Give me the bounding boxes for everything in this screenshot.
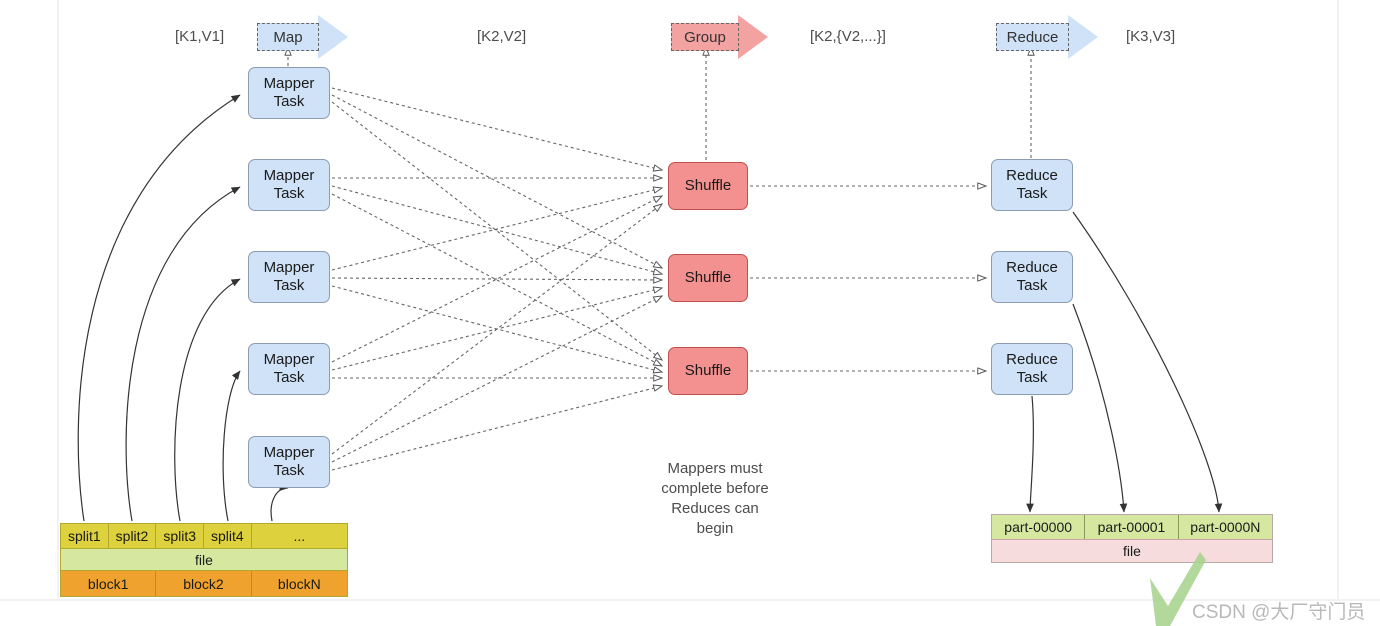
stage-arrow-map: Map bbox=[257, 15, 348, 59]
shuffle-node-2[interactable]: Shuffle bbox=[668, 254, 748, 302]
output-file-table: part-00000 part-00001 part-0000N file bbox=[991, 514, 1273, 563]
input-split-3[interactable]: split3 bbox=[156, 524, 205, 548]
reduce-task-1-line1: Reduce bbox=[1006, 167, 1058, 184]
shuffle-to-reduce-edges bbox=[750, 186, 986, 371]
shuffle-node-3[interactable]: Shuffle bbox=[668, 347, 748, 395]
stage-arrow-group-head bbox=[738, 15, 768, 59]
output-part-00001[interactable]: part-00001 bbox=[1085, 515, 1179, 539]
mapper-task-4-line1: Mapper bbox=[263, 351, 315, 368]
input-blocks-row: block1 block2 blockN bbox=[61, 571, 347, 596]
output-parts-row: part-00000 part-00001 part-0000N bbox=[992, 515, 1272, 539]
stage-arrow-reduce-label: Reduce bbox=[996, 23, 1069, 51]
input-split-4[interactable]: split4 bbox=[204, 524, 252, 548]
diagram-canvas: [K1,V1] [K2,V2] [K2,{V2,...}] [K3,V3] Ma… bbox=[0, 0, 1380, 626]
mapper-task-3-line2: Task bbox=[273, 277, 305, 294]
reduce-task-2-line1: Reduce bbox=[1006, 259, 1058, 276]
reduce-task-1[interactable]: Reduce Task bbox=[991, 159, 1073, 211]
shuffle-node-1[interactable]: Shuffle bbox=[668, 162, 748, 210]
reduce-task-1-line2: Task bbox=[1016, 185, 1048, 202]
csdn-watermark: CSDN @大厂守门员 bbox=[1192, 602, 1366, 623]
stage-arrow-group: Group bbox=[671, 15, 768, 59]
reduce-task-3-line2: Task bbox=[1016, 369, 1048, 386]
output-file-label: file bbox=[992, 539, 1272, 562]
reduce-task-2-line2: Task bbox=[1016, 277, 1048, 294]
shuffle-node-2-label: Shuffle bbox=[684, 269, 732, 286]
stage-arrow-reduce-head bbox=[1068, 15, 1098, 59]
frame-bottom-rule bbox=[0, 599, 1380, 601]
input-block-1[interactable]: block1 bbox=[61, 571, 157, 596]
stage-label-k2v2list: [K2,{V2,...}] bbox=[810, 28, 886, 45]
mapper-task-1-line1: Mapper bbox=[263, 75, 315, 92]
mapper-task-1-line2: Task bbox=[273, 93, 305, 110]
input-split-2[interactable]: split2 bbox=[108, 524, 157, 548]
reduce-task-2[interactable]: Reduce Task bbox=[991, 251, 1073, 303]
input-split-1[interactable]: split1 bbox=[61, 524, 109, 548]
frame-right-rule bbox=[1337, 0, 1339, 600]
input-file-row: file bbox=[61, 548, 347, 571]
stage-arrow-stems bbox=[288, 47, 1031, 160]
stage-arrow-group-label: Group bbox=[671, 23, 739, 51]
output-part-0000n[interactable]: part-0000N bbox=[1178, 515, 1272, 539]
input-block-2[interactable]: block2 bbox=[156, 571, 252, 596]
shuffle-node-1-label: Shuffle bbox=[684, 177, 732, 194]
stage-arrow-reduce: Reduce bbox=[996, 15, 1098, 59]
mapper-task-3-line1: Mapper bbox=[263, 259, 315, 276]
mapper-task-4-line2: Task bbox=[273, 369, 305, 386]
mapper-task-5-line2: Task bbox=[273, 462, 305, 479]
mapper-task-2-line2: Task bbox=[273, 185, 305, 202]
input-file-label: file bbox=[61, 548, 347, 571]
mapper-to-shuffle-edges bbox=[331, 87, 662, 471]
stage-label-k3v3: [K3,V3] bbox=[1126, 28, 1176, 45]
mapper-task-3[interactable]: Mapper Task bbox=[248, 251, 330, 303]
ordering-note: Mappers must complete before Reduces can… bbox=[661, 460, 769, 537]
mapper-task-1[interactable]: Mapper Task bbox=[248, 67, 330, 119]
input-file-table: split1 split2 split3 split4 ... file blo… bbox=[60, 523, 348, 597]
input-block-n[interactable]: blockN bbox=[251, 571, 347, 596]
mapper-task-5[interactable]: Mapper Task bbox=[248, 436, 330, 488]
mapper-task-4[interactable]: Mapper Task bbox=[248, 343, 330, 395]
output-part-00000[interactable]: part-00000 bbox=[992, 515, 1086, 539]
stage-arrow-map-head bbox=[318, 15, 348, 59]
reduce-task-3-line1: Reduce bbox=[1006, 351, 1058, 368]
mapper-task-2-line1: Mapper bbox=[263, 167, 315, 184]
stage-arrow-map-label: Map bbox=[257, 23, 319, 51]
frame-left-rule bbox=[57, 0, 59, 600]
input-splits-row: split1 split2 split3 split4 ... bbox=[61, 524, 348, 548]
stage-label-k1v1: [K1,V1] bbox=[175, 28, 225, 45]
output-file-row: file bbox=[992, 539, 1272, 562]
reduce-task-3[interactable]: Reduce Task bbox=[991, 343, 1073, 395]
mapper-task-2[interactable]: Mapper Task bbox=[248, 159, 330, 211]
input-split-more[interactable]: ... bbox=[251, 524, 348, 548]
stage-label-k2v2: [K2,V2] bbox=[477, 28, 527, 45]
shuffle-node-3-label: Shuffle bbox=[684, 362, 732, 379]
mapper-task-5-line1: Mapper bbox=[263, 444, 315, 461]
